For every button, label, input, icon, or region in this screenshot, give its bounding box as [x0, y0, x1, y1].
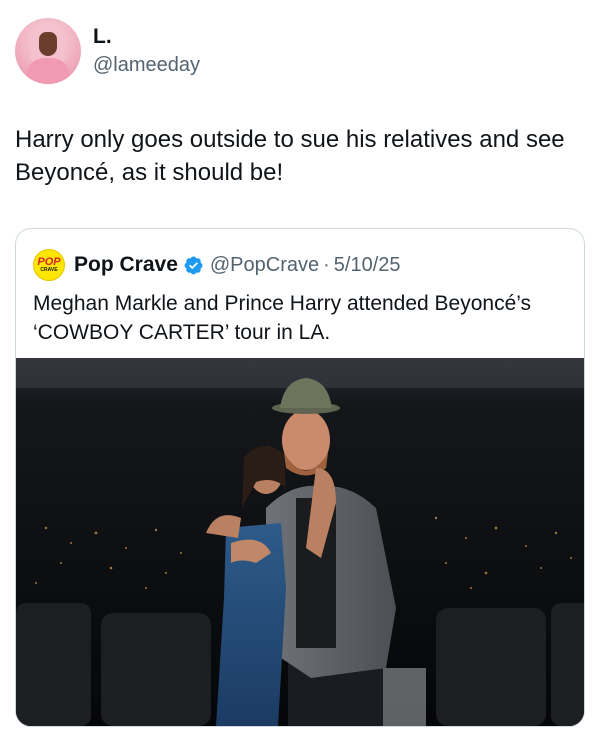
pop-crave-logo[interactable]: POP CRAVE	[33, 249, 65, 281]
quoted-tweet[interactable]: POP CRAVE Pop Crave @PopCrave · 5/10/25 …	[15, 228, 585, 727]
quoted-photo[interactable]	[16, 358, 584, 726]
photo-illustration	[16, 358, 584, 726]
tweet-header: L. @lameeday	[15, 18, 200, 84]
verified-badge-icon	[184, 256, 203, 274]
quoted-handle[interactable]: @PopCrave	[210, 254, 319, 277]
author-avatar[interactable]	[15, 18, 81, 84]
logo-text-pop: POP	[37, 256, 61, 268]
quoted-header: POP CRAVE Pop Crave @PopCrave · 5/10/25	[33, 249, 401, 281]
quoted-date[interactable]: 5/10/25	[334, 254, 401, 277]
quoted-text: Meghan Markle and Prince Harry attended …	[33, 292, 532, 344]
author-display-name[interactable]: L.	[93, 24, 200, 50]
tweet-text: Harry only goes outside to sue his relat…	[15, 126, 565, 186]
quoted-separator: ·	[323, 253, 330, 276]
author-names: L. @lameeday	[93, 24, 200, 78]
quoted-display-name[interactable]: Pop Crave	[74, 253, 178, 277]
author-handle[interactable]: @lameeday	[93, 52, 200, 78]
logo-text-crave: CRAVE	[40, 267, 58, 273]
